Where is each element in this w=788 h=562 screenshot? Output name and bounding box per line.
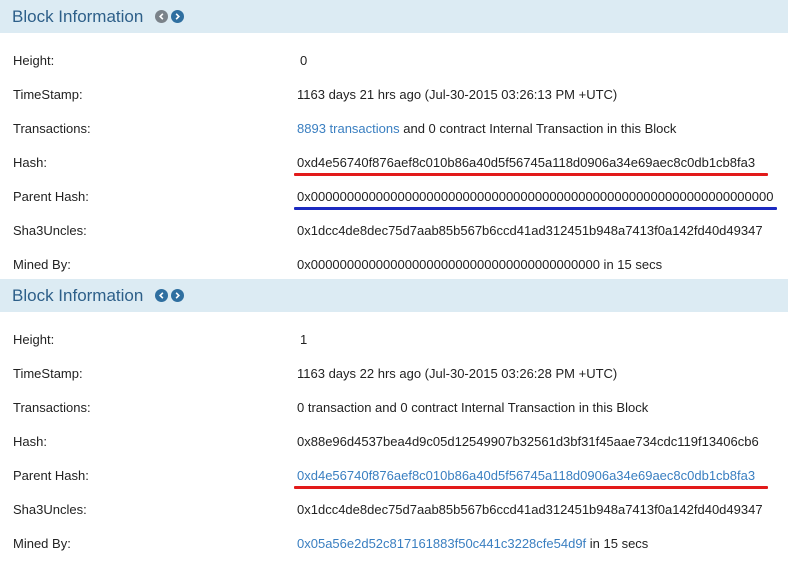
red-underline	[294, 486, 768, 489]
sha3uncles-label: Sha3Uncles:	[13, 223, 87, 238]
timestamp-row: TimeStamp: 1163 days 22 hrs ago (Jul-30-…	[0, 356, 788, 390]
miner-address: 0x00000000000000000000000000000000000000…	[297, 257, 600, 272]
height-value: 0	[300, 53, 308, 68]
mined-by-label: Mined By:	[13, 257, 71, 272]
block-nav	[155, 289, 185, 302]
parent-hash-value: 0x00000000000000000000000000000000000000…	[297, 189, 774, 204]
block-header: Block Information	[0, 279, 788, 312]
parent-hash-row: Parent Hash: 0x0000000000000000000000000…	[0, 179, 788, 213]
blue-underline	[294, 207, 777, 210]
transactions-value: 0 transaction and 0 contract Internal Tr…	[297, 400, 649, 415]
block-header: Block Information	[0, 0, 788, 33]
hash-label: Hash:	[13, 434, 47, 449]
mined-by-row: Mined By: 0x0000000000000000000000000000…	[0, 247, 788, 281]
prev-block-button[interactable]	[155, 10, 169, 23]
block-information-0: Block Information Height: 0 TimeStamp: 1…	[0, 0, 788, 281]
transactions-value: 8893 transactions and 0 contract Interna…	[297, 121, 676, 136]
sha3uncles-value: 0x1dcc4de8dec75d7aab85b567b6ccd41ad31245…	[297, 502, 763, 517]
sha3uncles-label: Sha3Uncles:	[13, 502, 87, 517]
block-information-1: Block Information Height: 1 TimeStamp: 1…	[0, 279, 788, 560]
hash-label: Hash:	[13, 155, 47, 170]
timestamp-value: 1163 days 21 hrs ago (Jul-30-2015 03:26:…	[297, 87, 618, 102]
transactions-row: Transactions: 0 transaction and 0 contra…	[0, 390, 788, 424]
transactions-link[interactable]: 8893 transactions	[297, 121, 400, 136]
hash-value: 0x88e96d4537bea4d9c05d12549907b32561d3bf…	[297, 434, 759, 449]
parent-hash-label: Parent Hash:	[13, 189, 89, 204]
height-row: Height: 0	[0, 43, 788, 77]
chevron-right-icon	[175, 13, 181, 20]
transactions-row: Transactions: 8893 transactions and 0 co…	[0, 111, 788, 145]
chevron-left-icon	[159, 292, 164, 299]
height-row: Height: 1	[0, 322, 788, 356]
red-underline	[294, 173, 768, 176]
transactions-label: Transactions:	[13, 400, 91, 415]
mined-by-value: 0x05a56e2d52c817161883f50c441c3228cfe54d…	[297, 536, 648, 551]
transactions-label: Transactions:	[13, 121, 91, 136]
parent-hash-row: Parent Hash: 0xd4e56740f876aef8c010b86a4…	[0, 458, 788, 492]
height-label: Height:	[13, 332, 55, 347]
mined-by-row: Mined By: 0x05a56e2d52c817161883f50c441c…	[0, 526, 788, 560]
timestamp-value: 1163 days 22 hrs ago (Jul-30-2015 03:26:…	[297, 366, 618, 381]
next-block-button[interactable]	[171, 10, 185, 23]
block-title: Block Information	[12, 6, 144, 26]
next-block-button[interactable]	[171, 289, 185, 302]
timestamp-label: TimeStamp:	[13, 366, 83, 381]
timestamp-row: TimeStamp: 1163 days 21 hrs ago (Jul-30-…	[0, 77, 788, 111]
height-value: 1	[300, 332, 308, 347]
block-nav	[155, 10, 185, 23]
mined-time: in 15 secs	[586, 536, 649, 551]
hash-row: Hash: 0xd4e56740f876aef8c010b86a40d5f567…	[0, 145, 788, 179]
mined-by-label: Mined By:	[13, 536, 71, 551]
timestamp-label: TimeStamp:	[13, 87, 83, 102]
sha3uncles-row: Sha3Uncles: 0x1dcc4de8dec75d7aab85b567b6…	[0, 492, 788, 526]
chevron-left-icon	[159, 13, 164, 20]
parent-hash-label: Parent Hash:	[13, 468, 89, 483]
prev-block-button[interactable]	[155, 289, 169, 302]
chevron-right-icon	[175, 292, 181, 299]
parent-hash-link[interactable]: 0xd4e56740f876aef8c010b86a40d5f56745a118…	[297, 468, 755, 483]
height-label: Height:	[13, 53, 55, 68]
block-title: Block Information	[12, 285, 144, 305]
hash-value: 0xd4e56740f876aef8c010b86a40d5f56745a118…	[297, 155, 756, 170]
sha3uncles-row: Sha3Uncles: 0x1dcc4de8dec75d7aab85b567b6…	[0, 213, 788, 247]
sha3uncles-value: 0x1dcc4de8dec75d7aab85b567b6ccd41ad31245…	[297, 223, 763, 238]
hash-row: Hash: 0x88e96d4537bea4d9c05d12549907b325…	[0, 424, 788, 458]
mined-by-value: 0x00000000000000000000000000000000000000…	[297, 257, 662, 272]
mined-time: in 15 secs	[599, 257, 663, 272]
transactions-text: and 0 contract Internal Transaction in t…	[399, 121, 677, 136]
miner-address-link[interactable]: 0x05a56e2d52c817161883f50c441c3228cfe54d…	[297, 536, 586, 551]
